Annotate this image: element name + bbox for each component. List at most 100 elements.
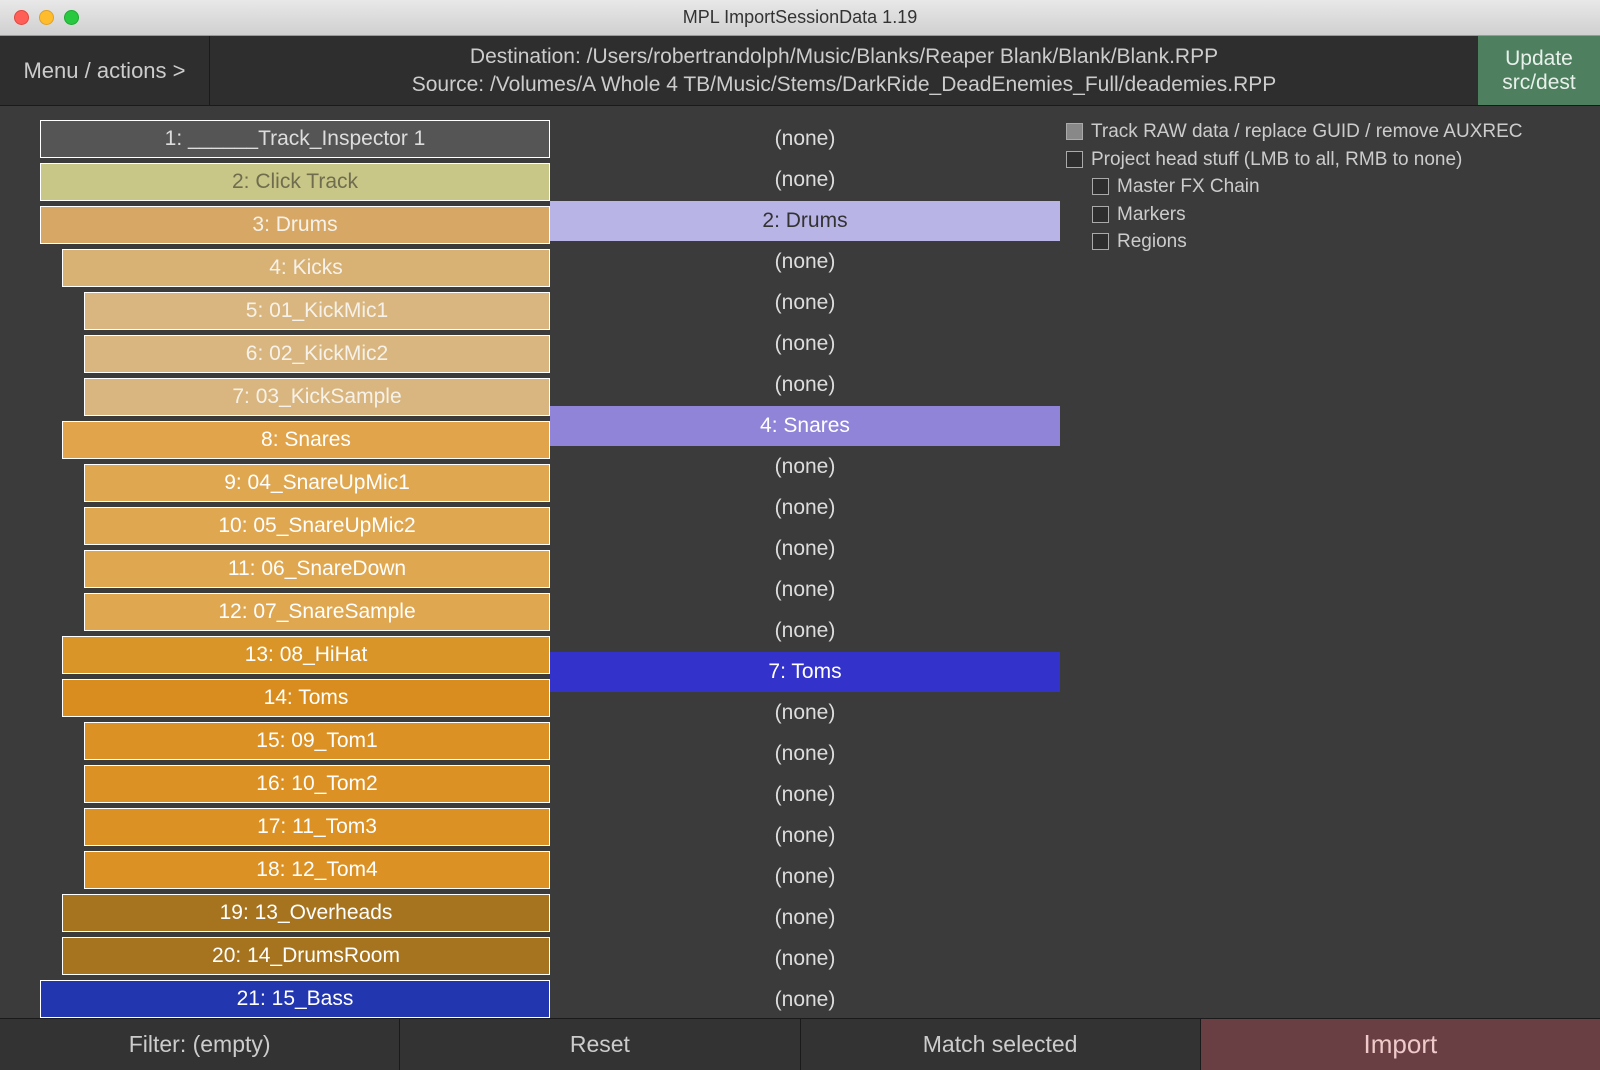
option-markers[interactable]: Markers <box>1066 201 1594 229</box>
match-target-label: (none) <box>775 742 836 766</box>
source-track-label: 8: Snares <box>261 428 351 452</box>
app-window: MPL ImportSessionData 1.19 Menu / action… <box>0 0 1600 1070</box>
option-project-head[interactable]: Project head stuff (LMB to all, RMB to n… <box>1066 146 1594 174</box>
match-target-item[interactable]: (none) <box>550 488 1060 528</box>
match-target-label: (none) <box>775 291 836 315</box>
match-target-item[interactable]: (none) <box>550 324 1060 364</box>
match-target-item[interactable]: (none) <box>550 365 1060 405</box>
source-track-item[interactable]: 12: 07_SnareSample <box>84 593 550 631</box>
source-track-item[interactable]: 20: 14_DrumsRoom <box>62 937 550 975</box>
source-track-item[interactable]: 19: 13_Overheads <box>62 894 550 932</box>
reset-label: Reset <box>570 1031 630 1058</box>
source-path: Source: /Volumes/A Whole 4 TB/Music/Stem… <box>412 71 1277 98</box>
source-track-item[interactable]: 18: 12_Tom4 <box>84 851 550 889</box>
source-track-item[interactable]: 1: ______Track_Inspector 1 <box>40 120 550 158</box>
destination-path: Destination: /Users/robertrandolph/Music… <box>470 43 1218 70</box>
close-icon[interactable] <box>14 10 29 25</box>
match-target-label: (none) <box>775 455 836 479</box>
match-target-item[interactable]: (none) <box>550 857 1060 897</box>
match-target-label: (none) <box>775 373 836 397</box>
source-track-item[interactable]: 14: Toms <box>62 679 550 717</box>
source-track-item[interactable]: 15: 09_Tom1 <box>84 722 550 760</box>
match-target-item[interactable]: (none) <box>550 570 1060 610</box>
option-label: Regions <box>1117 228 1187 256</box>
match-selected-button[interactable]: Match selected <box>801 1019 1201 1070</box>
source-track-label: 1: ______Track_Inspector 1 <box>165 127 426 151</box>
match-target-label: (none) <box>775 578 836 602</box>
source-track-column: 1: ______Track_Inspector 1 2: Click Track… <box>0 106 550 1018</box>
source-track-label: 19: 13_Overheads <box>220 901 393 925</box>
menu-actions-button[interactable]: Menu / actions > <box>0 36 210 105</box>
match-target-label: (none) <box>775 783 836 807</box>
match-target-label: 2: Drums <box>762 209 847 233</box>
source-track-item[interactable]: 3: Drums <box>40 206 550 244</box>
match-target-item[interactable]: (none) <box>550 529 1060 569</box>
source-track-item[interactable]: 10: 05_SnareUpMic2 <box>84 507 550 545</box>
import-label: Import <box>1364 1029 1438 1060</box>
match-target-item[interactable]: (none) <box>550 898 1060 938</box>
source-track-label: 11: 06_SnareDown <box>228 557 406 581</box>
match-target-label: (none) <box>775 332 836 356</box>
source-track-item[interactable]: 4: Kicks <box>62 249 550 287</box>
checkbox-icon <box>1092 178 1109 195</box>
match-selected-label: Match selected <box>923 1031 1078 1058</box>
update-line2: src/dest <box>1502 71 1576 94</box>
match-target-item[interactable]: (none) <box>550 160 1060 200</box>
source-track-item[interactable]: 17: 11_Tom3 <box>84 808 550 846</box>
source-track-item[interactable]: 8: Snares <box>62 421 550 459</box>
match-target-label: (none) <box>775 824 836 848</box>
match-target-item[interactable]: (none) <box>550 119 1060 159</box>
match-target-label: (none) <box>775 701 836 725</box>
titlebar: MPL ImportSessionData 1.19 <box>0 0 1600 36</box>
filter-button[interactable]: Filter: (empty) <box>0 1019 400 1070</box>
match-target-label: (none) <box>775 947 836 971</box>
match-target-item[interactable]: (none) <box>550 980 1060 1018</box>
match-target-label: 4: Snares <box>760 414 850 438</box>
match-target-item[interactable]: (none) <box>550 283 1060 323</box>
match-target-label: (none) <box>775 988 836 1012</box>
source-track-label: 20: 14_DrumsRoom <box>212 944 400 968</box>
match-target-label: (none) <box>775 865 836 889</box>
option-master-fx-chain[interactable]: Master FX Chain <box>1066 173 1594 201</box>
source-track-item[interactable]: 2: Click Track <box>40 163 550 201</box>
source-track-item[interactable]: 6: 02_KickMic2 <box>84 335 550 373</box>
source-track-item[interactable]: 5: 01_KickMic1 <box>84 292 550 330</box>
source-track-label: 6: 02_KickMic2 <box>246 342 388 366</box>
source-track-item[interactable]: 16: 10_Tom2 <box>84 765 550 803</box>
reset-button[interactable]: Reset <box>400 1019 800 1070</box>
option-regions[interactable]: Regions <box>1066 228 1594 256</box>
source-track-item[interactable]: 11: 06_SnareDown <box>84 550 550 588</box>
match-target-item[interactable]: 2: Drums <box>550 201 1060 241</box>
match-target-item[interactable]: (none) <box>550 447 1060 487</box>
zoom-icon[interactable] <box>64 10 79 25</box>
paths-display[interactable]: Destination: /Users/robertrandolph/Music… <box>210 36 1478 105</box>
match-target-item[interactable]: 7: Toms <box>550 652 1060 692</box>
match-target-item[interactable]: (none) <box>550 611 1060 651</box>
match-target-item[interactable]: (none) <box>550 816 1060 856</box>
match-target-label: (none) <box>775 250 836 274</box>
header-bar: Menu / actions > Destination: /Users/rob… <box>0 36 1600 106</box>
minimize-icon[interactable] <box>39 10 54 25</box>
source-track-label: 21: 15_Bass <box>237 987 354 1011</box>
source-track-label: 13: 08_HiHat <box>245 643 368 667</box>
filter-label: Filter: (empty) <box>129 1031 271 1058</box>
match-target-item[interactable]: (none) <box>550 939 1060 979</box>
match-target-item[interactable]: (none) <box>550 242 1060 282</box>
option-track-raw-data[interactable]: Track RAW data / replace GUID / remove A… <box>1066 118 1594 146</box>
update-src-dest-button[interactable]: Update src/dest <box>1478 36 1600 105</box>
match-target-item[interactable]: (none) <box>550 693 1060 733</box>
source-track-item[interactable]: 21: 15_Bass <box>40 980 550 1018</box>
menu-actions-label: Menu / actions > <box>23 58 185 84</box>
match-target-item[interactable]: 4: Snares <box>550 406 1060 446</box>
source-track-item[interactable]: 13: 08_HiHat <box>62 636 550 674</box>
match-target-item[interactable]: (none) <box>550 734 1060 774</box>
match-target-label: 7: Toms <box>768 660 841 684</box>
match-target-label: (none) <box>775 168 836 192</box>
source-track-label: 17: 11_Tom3 <box>257 815 377 839</box>
window-title: MPL ImportSessionData 1.19 <box>0 7 1600 28</box>
match-target-item[interactable]: (none) <box>550 775 1060 815</box>
import-button[interactable]: Import <box>1201 1019 1600 1070</box>
source-track-item[interactable]: 9: 04_SnareUpMic1 <box>84 464 550 502</box>
source-track-item[interactable]: 7: 03_KickSample <box>84 378 550 416</box>
options-panel: Track RAW data / replace GUID / remove A… <box>1060 106 1600 1018</box>
